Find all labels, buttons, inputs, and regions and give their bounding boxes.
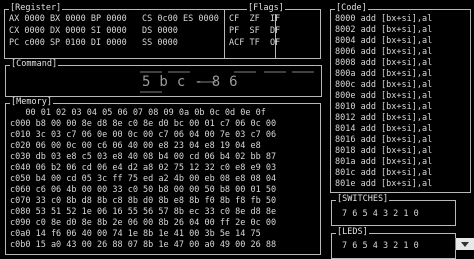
code-line[interactable]: 8002 add [bx+si],al bbox=[335, 25, 432, 35]
flags-line-2: PF SF DF bbox=[229, 26, 281, 36]
command-panel[interactable]: [Command] 5bc-86 bbox=[5, 59, 322, 97]
code-line[interactable]: 8004 add [bx+si],al bbox=[335, 36, 432, 46]
code-line[interactable]: 800c add [bx+si],al bbox=[335, 80, 432, 90]
code-line[interactable]: 8012 add [bx+si],al bbox=[335, 113, 432, 123]
memory-row[interactable]: c010 3c 03 c7 06 0e 00 0c 00 c7 06 04 00… bbox=[10, 130, 276, 140]
memory-row[interactable]: c070 33 c0 8b d8 8b c8 8b d0 8b e8 8b f0… bbox=[10, 196, 276, 206]
code-line[interactable]: 8000 add [bx+si],al bbox=[335, 14, 432, 24]
code-line[interactable]: 801a add [bx+si],al bbox=[335, 157, 432, 167]
code-line[interactable]: 8018 add [bx+si],al bbox=[335, 146, 432, 156]
register-line-1: AX 0000 BX 0000 BP 0000 CS 0c00 ES 0000 bbox=[9, 14, 219, 24]
code-line[interactable]: 8014 add [bx+si],al bbox=[335, 124, 432, 134]
command-title: [Command] bbox=[10, 59, 59, 70]
memory-row[interactable]: c060 c6 06 4b 00 00 33 c0 50 b8 00 00 50… bbox=[10, 185, 276, 195]
leds-digits: 7 6 5 4 3 2 1 0 bbox=[342, 241, 419, 251]
register-title: [Register] bbox=[9, 3, 63, 14]
flags-line-1: CF ZF IF bbox=[229, 14, 281, 24]
code-title: [Code] bbox=[335, 3, 368, 14]
code-line[interactable]: 8016 add [bx+si],al bbox=[335, 135, 432, 145]
memory-title: [Memory] bbox=[10, 97, 53, 108]
code-line[interactable]: 800a add [bx+si],al bbox=[335, 69, 432, 79]
code-line[interactable]: 801c add [bx+si],al bbox=[335, 168, 432, 178]
memory-row[interactable]: c050 b4 00 cd 05 3c ff 75 ed a2 4b 00 eb… bbox=[10, 174, 276, 184]
flags-title: [Flags] bbox=[247, 3, 285, 14]
leds-title: [LEDS] bbox=[336, 227, 369, 238]
memory-row[interactable]: c090 c0 8e d0 8e 8b 2e 06 00 8b 26 04 00… bbox=[10, 218, 276, 228]
switches-title: [SWITCHES] bbox=[336, 194, 390, 205]
memory-header: 00 01 02 03 04 05 06 07 08 09 0a 0b 0c 0… bbox=[10, 108, 266, 118]
memory-row[interactable]: c020 06 00 0c 00 c6 06 40 00 e8 23 04 e8… bbox=[10, 141, 261, 151]
code-line[interactable]: 8008 add [bx+si],al bbox=[335, 58, 432, 68]
memory-row[interactable]: c080 53 51 52 1e 06 16 55 56 57 8b ec 33… bbox=[10, 207, 276, 217]
memory-row[interactable]: c040 06 b2 06 cd 06 e4 d2 a8 02 75 12 32… bbox=[10, 163, 276, 173]
command-display-text: 5bc-86 bbox=[142, 74, 247, 90]
code-line[interactable]: 8010 add [bx+si],al bbox=[335, 102, 432, 112]
switches-digits[interactable]: 7 6 5 4 3 2 1 0 bbox=[342, 209, 419, 219]
memory-row[interactable]: c000 b8 00 00 8e d8 8e c0 8e d0 bc 00 01… bbox=[10, 119, 276, 129]
register-line-2: CX 0000 DX 0000 SI 0000 DS 0000 bbox=[9, 26, 178, 36]
code-line[interactable]: 8006 add [bx+si],al bbox=[335, 47, 432, 57]
flags-panel: [Flags] CF ZF IF PF SF DF ACF TF OF bbox=[224, 3, 321, 59]
memory-row[interactable]: c030 db 03 e8 c5 03 e8 40 08 b4 00 cd 06… bbox=[10, 152, 276, 162]
register-line-3: PC c000 SP 0100 DI 0000 SS 0000 bbox=[9, 38, 178, 48]
code-line[interactable]: 801e add [bx+si],al bbox=[335, 179, 432, 189]
scroll-down-arrow-icon[interactable] bbox=[455, 238, 474, 250]
memory-row[interactable]: c0a0 14 f6 06 40 00 74 1e 8b 1e 41 00 3b… bbox=[10, 229, 261, 239]
switches-panel[interactable]: [SWITCHES] 7 6 5 4 3 2 1 0 bbox=[331, 194, 456, 226]
flags-line-3: ACF TF OF bbox=[229, 38, 281, 48]
memory-panel[interactable]: [Memory] 00 01 02 03 04 05 06 07 08 09 0… bbox=[5, 97, 321, 255]
code-panel[interactable]: [Code] 8000 add [bx+si],al 8002 add [bx+… bbox=[330, 3, 471, 193]
leds-panel: [LEDS] 7 6 5 4 3 2 1 0 bbox=[331, 227, 456, 259]
code-line[interactable]: 800e add [bx+si],al bbox=[335, 91, 432, 101]
